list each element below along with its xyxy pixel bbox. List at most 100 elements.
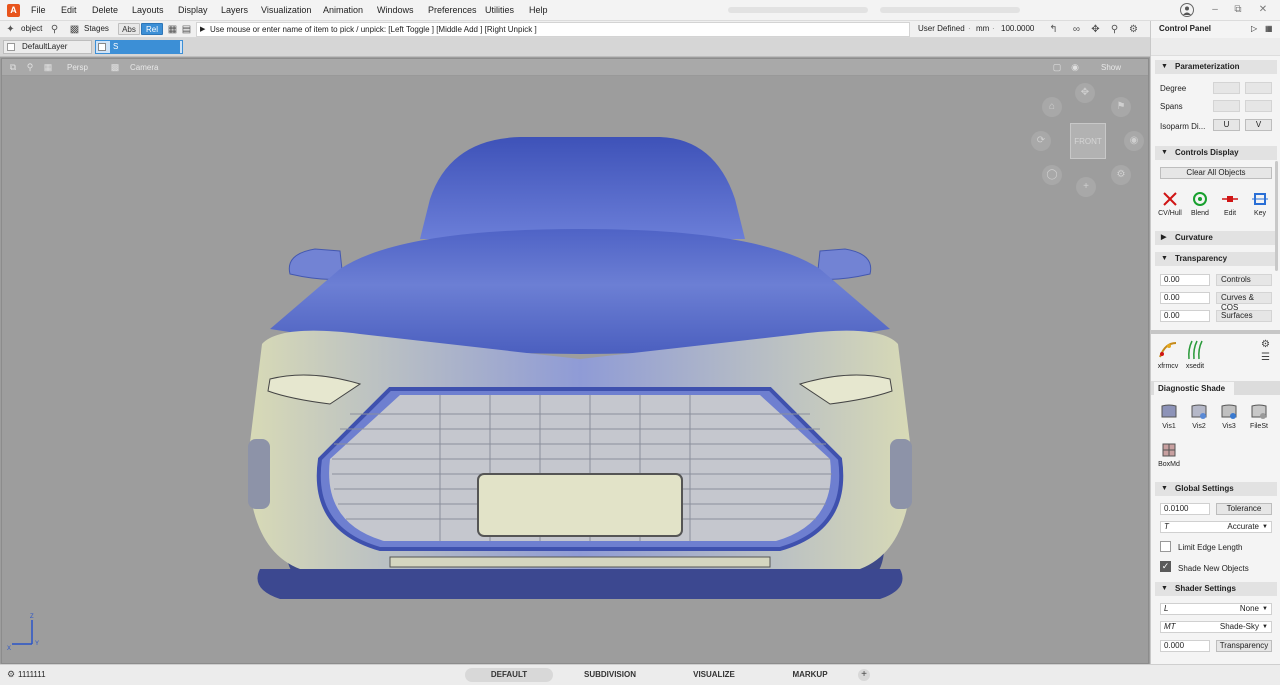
visibility-icon[interactable]: ◉ bbox=[1069, 61, 1081, 73]
car-model[interactable] bbox=[240, 129, 920, 599]
menu-animation[interactable]: Animation bbox=[323, 5, 363, 15]
tab-subdivision[interactable]: SUBDIVISION bbox=[566, 668, 654, 682]
section-curvature[interactable]: ▶ Curvature bbox=[1155, 231, 1277, 245]
zoom-icon[interactable]: ⚲ bbox=[24, 61, 36, 73]
tab-visualize[interactable]: VISUALIZE bbox=[670, 668, 758, 682]
menu-layouts[interactable]: Layouts bbox=[132, 5, 164, 15]
shade-boxmd[interactable]: BoxMd bbox=[1154, 441, 1184, 468]
section-parameterization[interactable]: ▼ Parameterization bbox=[1155, 60, 1277, 74]
menu-windows[interactable]: Windows bbox=[377, 5, 414, 15]
shelf-tool-xfrmcv[interactable]: xfrmcv bbox=[1153, 339, 1183, 370]
user-avatar[interactable] bbox=[1180, 3, 1194, 17]
tab-default[interactable]: DEFAULT bbox=[465, 668, 553, 682]
show-menu[interactable]: Show bbox=[1101, 63, 1121, 72]
tab-markup[interactable]: MARKUP bbox=[766, 668, 854, 682]
view-settings-icon[interactable]: ⚙ bbox=[1111, 165, 1131, 185]
notes-icon[interactable]: ▤ bbox=[180, 23, 193, 36]
view-cube[interactable]: FRONT bbox=[1070, 123, 1106, 159]
menu-delete[interactable]: Delete bbox=[92, 5, 118, 15]
construction-mode[interactable]: User Defined bbox=[918, 24, 965, 33]
shade-new-objects-checkbox[interactable]: ✓ bbox=[1160, 561, 1171, 572]
pan-icon[interactable]: ✥ bbox=[1075, 83, 1095, 103]
degree-u-field[interactable] bbox=[1213, 82, 1240, 94]
isoparm-v-button[interactable]: V bbox=[1245, 119, 1272, 131]
pin-icon[interactable]: ⚲ bbox=[1108, 23, 1121, 36]
shelf-tool-xsedit[interactable]: xsedit bbox=[1180, 339, 1210, 370]
scale-value[interactable]: 100.0000 bbox=[1001, 24, 1034, 33]
shade-toggle-icon[interactable]: ▢ bbox=[1051, 61, 1063, 73]
shelf-settings-icon[interactable]: ⚙ bbox=[1261, 339, 1270, 350]
prompt-line[interactable]: ▶ Use mouse or enter name of item to pic… bbox=[196, 22, 910, 37]
menu-display[interactable]: Display bbox=[178, 5, 208, 15]
search-icon[interactable]: ⚲ bbox=[48, 23, 61, 36]
layer-default[interactable]: DefaultLayer bbox=[3, 40, 92, 54]
camera-icon[interactable]: ▩ bbox=[109, 61, 121, 73]
shade-vis2[interactable]: Vis2 bbox=[1184, 403, 1214, 430]
home-view-icon[interactable]: ⌂ bbox=[1042, 97, 1062, 117]
panel-expand-icon[interactable]: ▷ bbox=[1251, 24, 1257, 33]
perspective-viewport[interactable]: ⧉ ⚲ ▦ Persp ▩ Camera ▢ ◉ Show ⌂ ✥ ⚑ ⟳ FR… bbox=[1, 58, 1149, 664]
menu-help[interactable]: Help bbox=[529, 5, 548, 15]
spans-v-field[interactable] bbox=[1245, 100, 1272, 112]
diagnostic-shade-tab[interactable]: Diagnostic Shade bbox=[1154, 382, 1234, 395]
pick-mode-label[interactable]: object bbox=[21, 24, 42, 33]
tool-edit[interactable]: Edit bbox=[1215, 190, 1245, 217]
spans-u-field[interactable] bbox=[1213, 100, 1240, 112]
orbit-icon[interactable]: ⟳ bbox=[1031, 131, 1051, 151]
rel-button[interactable]: Rel bbox=[141, 23, 163, 35]
menu-preferences[interactable]: Preferences bbox=[428, 5, 477, 15]
view-name[interactable]: Persp bbox=[67, 63, 88, 72]
light-dropdown[interactable]: L None ▼ bbox=[1160, 603, 1272, 615]
curves-transparency-input[interactable]: 0.00 bbox=[1160, 292, 1210, 304]
tool-key[interactable]: Key bbox=[1245, 190, 1275, 217]
restore-button[interactable]: ⧉ bbox=[1228, 3, 1248, 17]
shade-vis3[interactable]: Vis3 bbox=[1214, 403, 1244, 430]
tolerance-button[interactable]: Tolerance bbox=[1216, 503, 1272, 515]
menu-utilities[interactable]: Utilities bbox=[485, 5, 514, 15]
isoparm-u-button[interactable]: U bbox=[1213, 119, 1240, 131]
layer-current[interactable]: S bbox=[95, 40, 183, 54]
section-global-settings[interactable]: ▼ Global Settings bbox=[1155, 482, 1277, 496]
walk-icon[interactable]: ◯ bbox=[1042, 165, 1062, 185]
add-tab-icon[interactable]: + bbox=[858, 669, 870, 681]
limit-edge-checkbox[interactable] bbox=[1160, 541, 1171, 552]
surfaces-transparency-input[interactable]: 0.00 bbox=[1160, 310, 1210, 322]
tool-cv-hull[interactable]: CV/Hull bbox=[1155, 190, 1185, 217]
close-window-button[interactable]: ✕ bbox=[1253, 3, 1273, 17]
menu-edit[interactable]: Edit bbox=[61, 5, 77, 15]
shader-transparency-input[interactable]: 0.000 bbox=[1160, 640, 1210, 652]
controls-transparency-input[interactable]: 0.00 bbox=[1160, 274, 1210, 286]
material-dropdown[interactable]: MT Shade-Sky ▼ bbox=[1160, 621, 1272, 633]
stages-label[interactable]: Stages bbox=[84, 24, 109, 33]
tolerance-input[interactable]: 0.0100 bbox=[1160, 503, 1210, 515]
abs-button[interactable]: Abs bbox=[118, 23, 140, 35]
zoom-plus-icon[interactable]: + bbox=[1076, 177, 1096, 197]
menu-visualization[interactable]: Visualization bbox=[261, 5, 311, 15]
snap-icon[interactable]: ↰ bbox=[1047, 23, 1060, 36]
camera-name[interactable]: Camera bbox=[130, 63, 158, 72]
clear-all-objects-button[interactable]: Clear All Objects bbox=[1160, 167, 1272, 179]
tool-blend[interactable]: Blend bbox=[1185, 190, 1215, 217]
pick-mask-value[interactable]: 1111111 bbox=[18, 670, 46, 679]
degree-v-field[interactable] bbox=[1245, 82, 1272, 94]
maximize-view-icon[interactable]: ⧉ bbox=[7, 61, 19, 73]
tessellation-mode-dropdown[interactable]: T Accurate ▼ bbox=[1160, 521, 1272, 533]
link-icon[interactable]: ∞ bbox=[1070, 23, 1083, 36]
section-controls-display[interactable]: ▼ Controls Display bbox=[1155, 146, 1277, 160]
grid-snap-icon[interactable]: ▦ bbox=[166, 23, 179, 36]
minimize-button[interactable]: – bbox=[1205, 3, 1225, 17]
shade-filest[interactable]: FileSt bbox=[1244, 403, 1274, 430]
pick-mask-icon[interactable]: ⚙ bbox=[7, 669, 15, 680]
units-label[interactable]: mm bbox=[976, 24, 989, 33]
shade-vis1[interactable]: Vis1 bbox=[1154, 403, 1184, 430]
settings-icon[interactable]: ⚙ bbox=[1127, 23, 1140, 36]
bookmark-icon[interactable]: ⚑ bbox=[1111, 97, 1131, 117]
menu-layers[interactable]: Layers bbox=[221, 5, 248, 15]
panel-options-icon[interactable]: ▦ bbox=[1265, 24, 1273, 33]
look-icon[interactable]: ◉ bbox=[1124, 131, 1144, 151]
section-transparency[interactable]: ▼ Transparency bbox=[1155, 252, 1277, 266]
shelf-menu-icon[interactable]: ☰ bbox=[1261, 352, 1270, 363]
grid-icon[interactable]: ▦ bbox=[42, 61, 54, 73]
section-shader-settings[interactable]: ▼ Shader Settings bbox=[1155, 582, 1277, 596]
stages-icon[interactable]: ▩ bbox=[68, 23, 81, 36]
